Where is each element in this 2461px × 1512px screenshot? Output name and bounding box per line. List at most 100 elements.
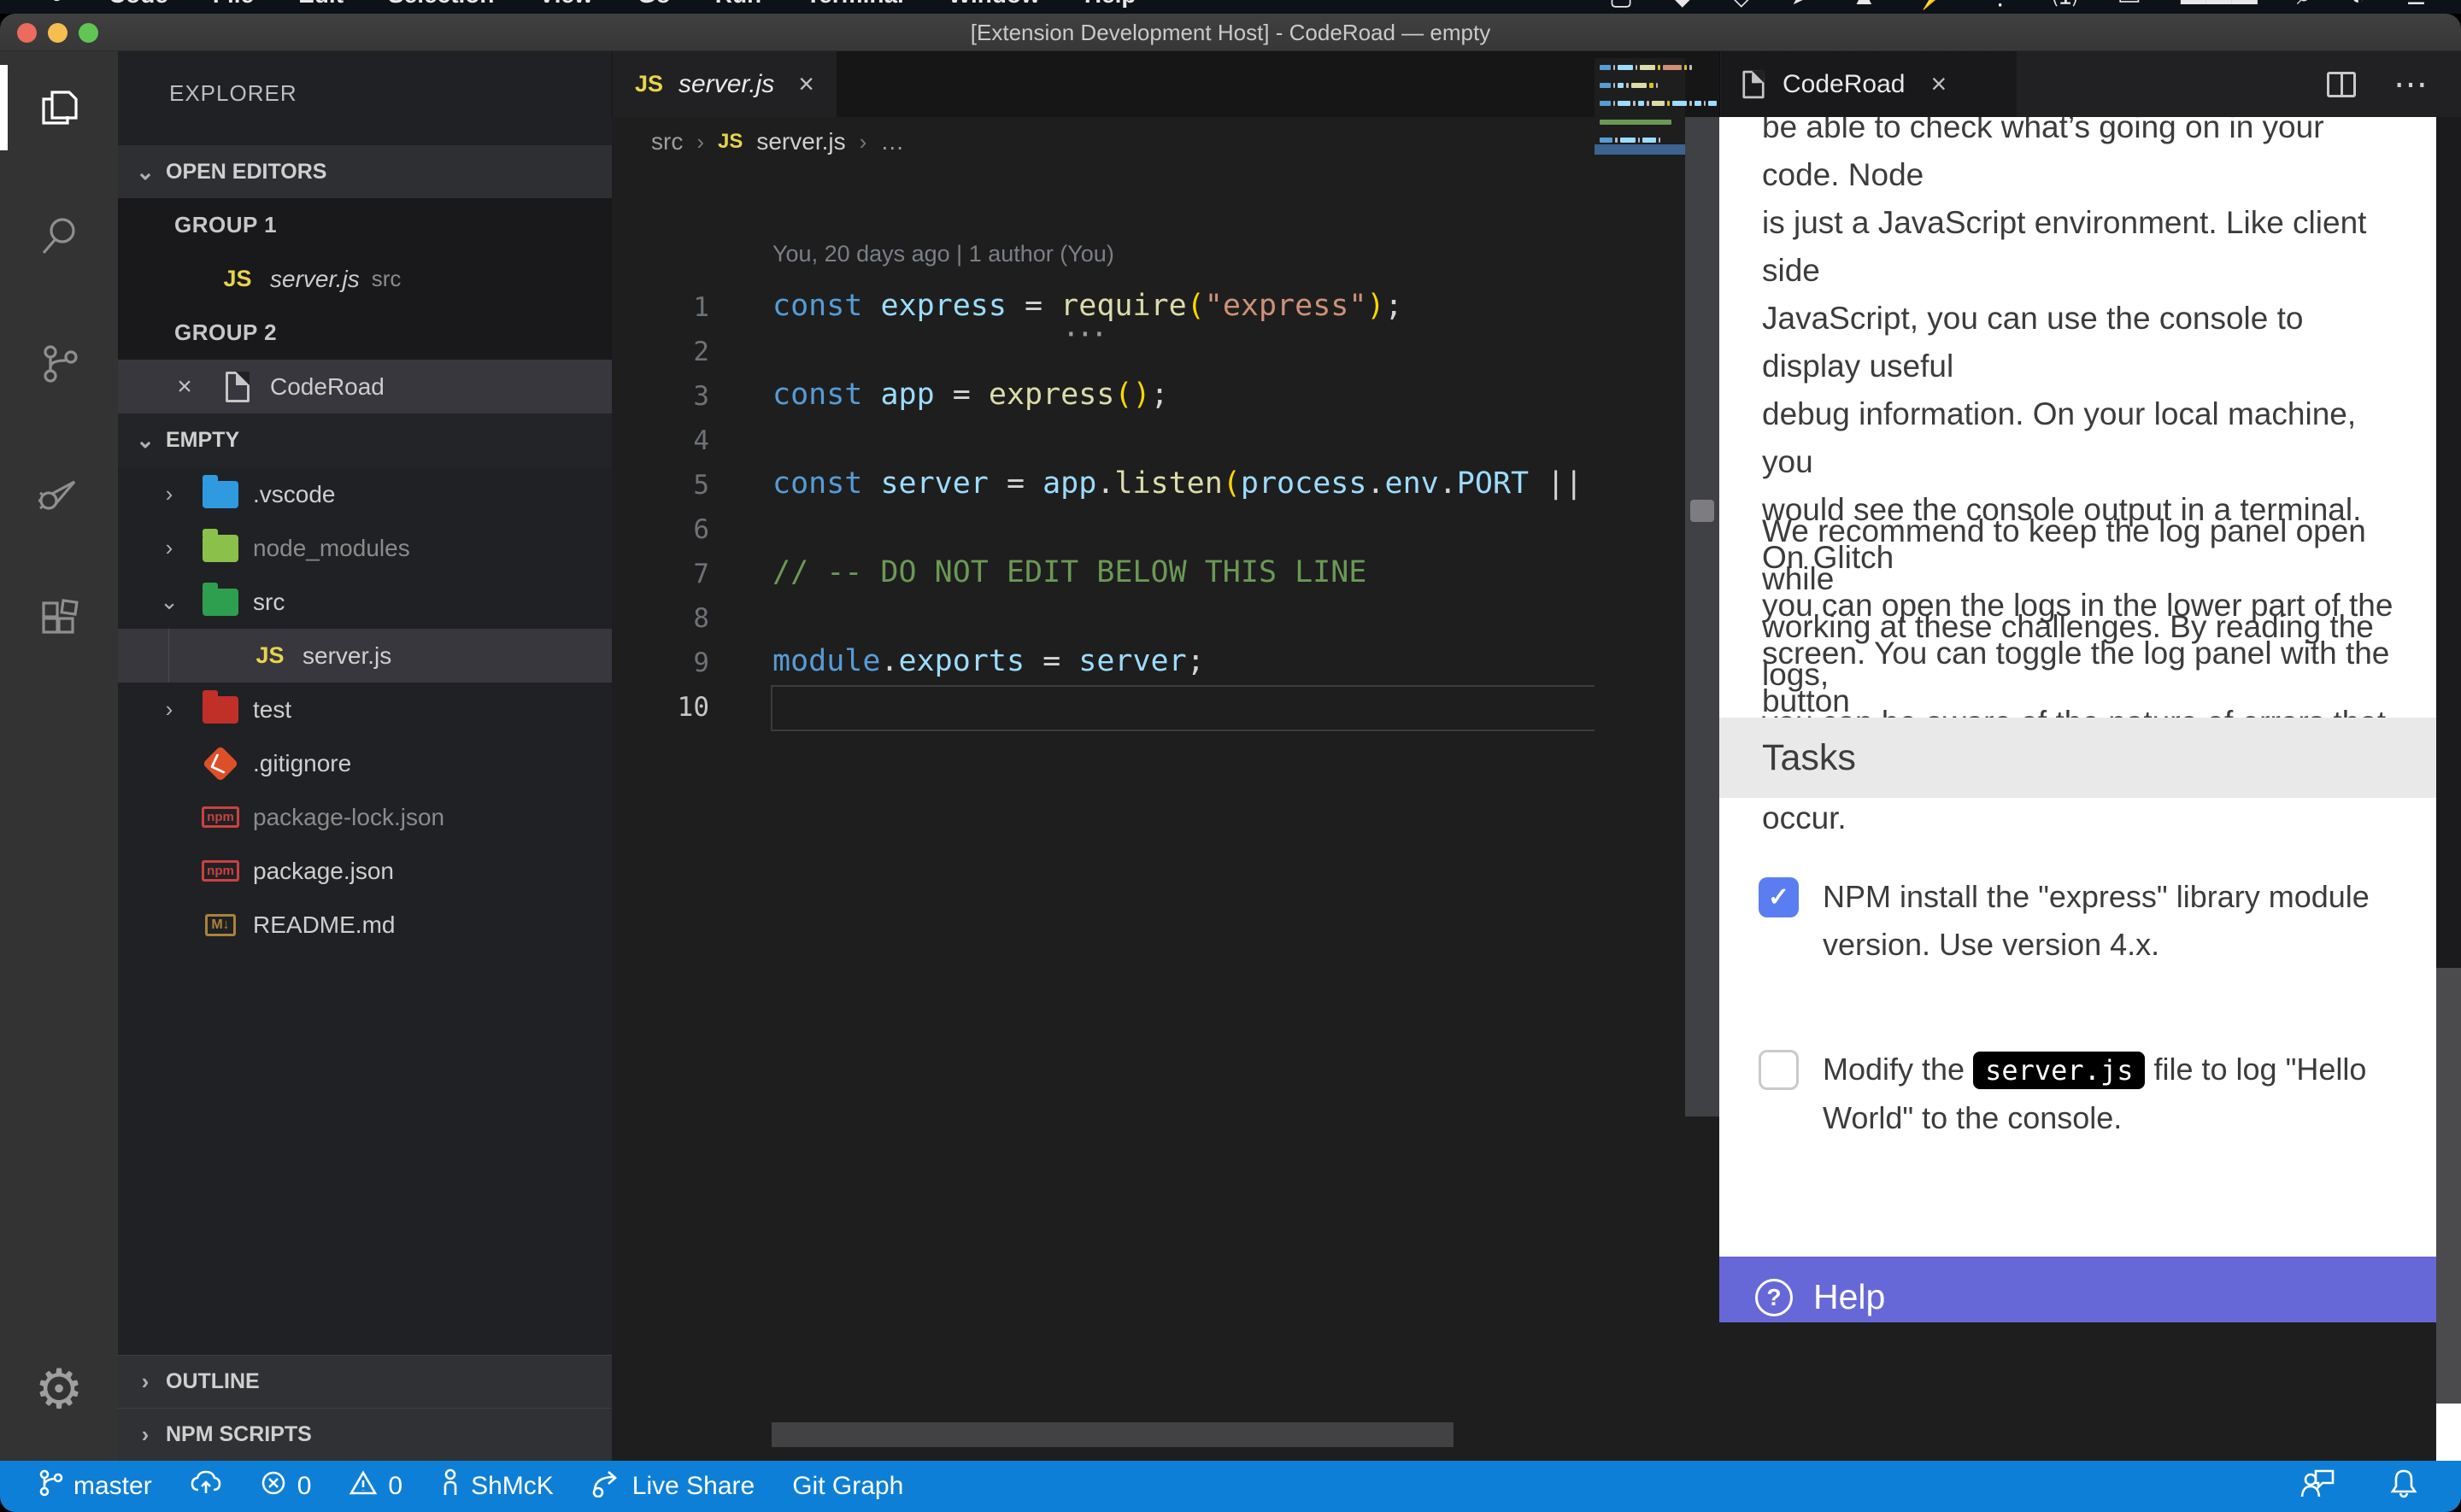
paragraph-line: We recommend to keep the log panel open … bbox=[1762, 507, 2394, 603]
vscode-window: [Extension Development Host] - CodeRoad … bbox=[0, 14, 2461, 1512]
open-editor-item-coderoad[interactable]: ×CodeRoad bbox=[118, 360, 612, 413]
current-line-highlight bbox=[771, 685, 1595, 731]
close-tab-icon[interactable]: × bbox=[798, 68, 814, 100]
tree-item-label: test bbox=[253, 696, 291, 724]
npm-scripts-section-header[interactable]: › NPM SCRIPTS bbox=[118, 1408, 612, 1461]
question-circle-icon: ? bbox=[1755, 1279, 1793, 1316]
status-item-git-graph[interactable]: Git Graph bbox=[792, 1472, 903, 1501]
chevron-down-icon: ⌄ bbox=[130, 159, 161, 185]
close-editor-icon[interactable]: × bbox=[167, 372, 202, 401]
tree-item-readme-md[interactable]: M↓README.md bbox=[118, 898, 612, 952]
tree-item-package-json[interactable]: npmpackage.json bbox=[118, 844, 612, 898]
scrollbar-thumb[interactable] bbox=[1690, 500, 1714, 522]
editor-tab-bar: JS server.js × ⋯ bbox=[612, 51, 1719, 117]
editor-group-label: GROUP 2 bbox=[118, 306, 612, 360]
breadcrumb-symbol[interactable]: … bbox=[880, 128, 904, 155]
split-editor-icon[interactable] bbox=[2327, 72, 2356, 97]
menu-item-view[interactable]: View bbox=[539, 0, 593, 12]
minimap-line bbox=[1600, 65, 1692, 70]
line-number: 5 bbox=[649, 470, 709, 501]
tree-item--gitignore[interactable]: .gitignore bbox=[118, 736, 612, 790]
folder-section-header-empty[interactable]: ⌄ EMPTY bbox=[118, 413, 612, 467]
task-checkbox-unchecked[interactable] bbox=[1759, 1050, 1799, 1090]
editor-group: JS server.js × ⋯ src › JS server.js › … … bbox=[612, 51, 1719, 1461]
menu-status-icon[interactable]: ◐ bbox=[2351, 0, 2366, 14]
tree-item-src[interactable]: ⌄src bbox=[118, 575, 612, 629]
task-text: NPM install the "express" library module… bbox=[1823, 873, 2370, 969]
panel-more-actions-icon[interactable]: ⋯ bbox=[2393, 65, 2430, 104]
scrollbar-track-end bbox=[2436, 1404, 2461, 1461]
code-editor[interactable]: 1const express = require("express");23co… bbox=[612, 272, 1595, 1177]
menu-status-icon[interactable]: ➤ bbox=[1790, 0, 1812, 14]
menu-item-file[interactable]: File bbox=[213, 0, 254, 12]
minimap-line bbox=[1600, 120, 1671, 125]
status-item-live-share[interactable]: Live Share bbox=[591, 1468, 755, 1504]
open-editors-header[interactable]: ⌄ OPEN EDITORS bbox=[118, 145, 612, 198]
tree-item--vscode[interactable]: ›.vscode bbox=[118, 467, 612, 521]
status-item-shmck[interactable]: ShMcK bbox=[440, 1468, 554, 1504]
search-icon[interactable] bbox=[0, 193, 118, 278]
menu-status-icon[interactable]: ◇ bbox=[1731, 0, 1751, 14]
status-item-feedback-icon[interactable] bbox=[2300, 1468, 2335, 1505]
js-icon: JS bbox=[219, 261, 256, 298]
menu-item-window[interactable]: Window bbox=[949, 0, 1040, 12]
status-item-cloud-upload-icon[interactable] bbox=[190, 1469, 222, 1503]
tree-item-server-js[interactable]: JSserver.js bbox=[118, 629, 612, 683]
chevron-right-icon: › bbox=[860, 129, 867, 155]
menu-status-icon[interactable]: ▢ bbox=[1609, 0, 1633, 14]
line-number: 4 bbox=[649, 425, 709, 456]
menu-item-terminal[interactable]: Terminal bbox=[806, 0, 904, 12]
menu-status-icon[interactable]: ▭ bbox=[2117, 0, 2141, 14]
tree-item-node-modules[interactable]: ›node_modules bbox=[118, 521, 612, 575]
breadcrumb-folder[interactable]: src bbox=[651, 128, 683, 155]
window-title-bar: [Extension Development Host] - CodeRoad … bbox=[0, 14, 2461, 51]
menu-item-code[interactable]: Code bbox=[109, 0, 168, 12]
run-debug-icon[interactable] bbox=[0, 449, 118, 535]
menu-status-icon[interactable]: ⋮ bbox=[1988, 0, 2013, 14]
task-text-line: Modify the server.js file to log "Hello bbox=[1823, 1046, 2366, 1094]
status-item-master[interactable]: master bbox=[38, 1468, 152, 1504]
menu-item-help[interactable]: Help bbox=[1084, 0, 1137, 12]
status-item-0[interactable]: 0 bbox=[349, 1469, 402, 1503]
minimap[interactable] bbox=[1595, 58, 1685, 946]
menu-status-icon[interactable]: ▲ bbox=[1852, 0, 1877, 14]
group-name: GROUP 2 bbox=[174, 319, 277, 346]
apple-menu-icon[interactable]: ● bbox=[50, 0, 64, 12]
panel-scrollbar[interactable] bbox=[2436, 117, 2461, 1461]
editor-vertical-scrollbar[interactable] bbox=[1685, 117, 1719, 1116]
menu-item-run[interactable]: Run bbox=[715, 0, 761, 12]
tab-server-js[interactable]: JS server.js × bbox=[613, 51, 837, 117]
scrollbar-thumb[interactable] bbox=[2436, 968, 2461, 1404]
menu-status-icon[interactable]: ⌕ bbox=[2297, 0, 2311, 14]
menu-status-icon[interactable]: ≣ bbox=[2405, 0, 2427, 14]
outline-section-header[interactable]: › OUTLINE bbox=[118, 1355, 612, 1408]
paragraph-line: be able to check what’s going on in your… bbox=[1762, 117, 2394, 199]
breadcrumb-file[interactable]: server.js bbox=[756, 128, 845, 155]
status-item-0[interactable]: 0 bbox=[260, 1469, 312, 1503]
open-editor-item-server.js[interactable]: JSserver.jssrc bbox=[118, 252, 612, 306]
settings-gear-icon[interactable]: ⚙ bbox=[0, 1346, 118, 1432]
activity-bar: ⚙ bbox=[0, 51, 118, 1461]
status-item-bell-icon[interactable] bbox=[2389, 1468, 2418, 1505]
paragraph-line: occur. bbox=[1762, 794, 2394, 842]
tree-item-package-lock-json[interactable]: npmpackage-lock.json bbox=[118, 790, 612, 844]
task-checkbox-checked[interactable]: ✓ bbox=[1759, 877, 1799, 917]
extensions-icon[interactable] bbox=[0, 577, 118, 663]
menu-status-icon[interactable]: ⚡ bbox=[1916, 0, 1947, 14]
tree-item-test[interactable]: ›test bbox=[118, 683, 612, 736]
close-tab-icon[interactable]: × bbox=[1930, 68, 1947, 100]
explorer-icon[interactable] bbox=[0, 65, 118, 150]
git-branch-icon bbox=[38, 1468, 63, 1504]
tab-coderoad[interactable]: CodeRoad × bbox=[1721, 51, 2017, 117]
menu-status-icon[interactable]: ⑴ bbox=[2053, 0, 2078, 14]
menu-status-icon[interactable]: ▬▬▬ bbox=[2181, 0, 2258, 14]
menu-item-selection[interactable]: Selection bbox=[388, 0, 494, 12]
editor-horizontal-scrollbar[interactable] bbox=[772, 1422, 1454, 1447]
help-button[interactable]: ? Help bbox=[1719, 1257, 2436, 1322]
menu-status-icon[interactable]: ◆ bbox=[1672, 0, 1692, 14]
menu-item-edit[interactable]: Edit bbox=[298, 0, 344, 12]
code-line: const server = app.listen(process.env.PO… bbox=[772, 466, 1583, 501]
src-folder-icon bbox=[202, 583, 239, 621]
menu-item-go[interactable]: Go bbox=[637, 0, 671, 12]
source-control-icon[interactable] bbox=[0, 321, 118, 407]
